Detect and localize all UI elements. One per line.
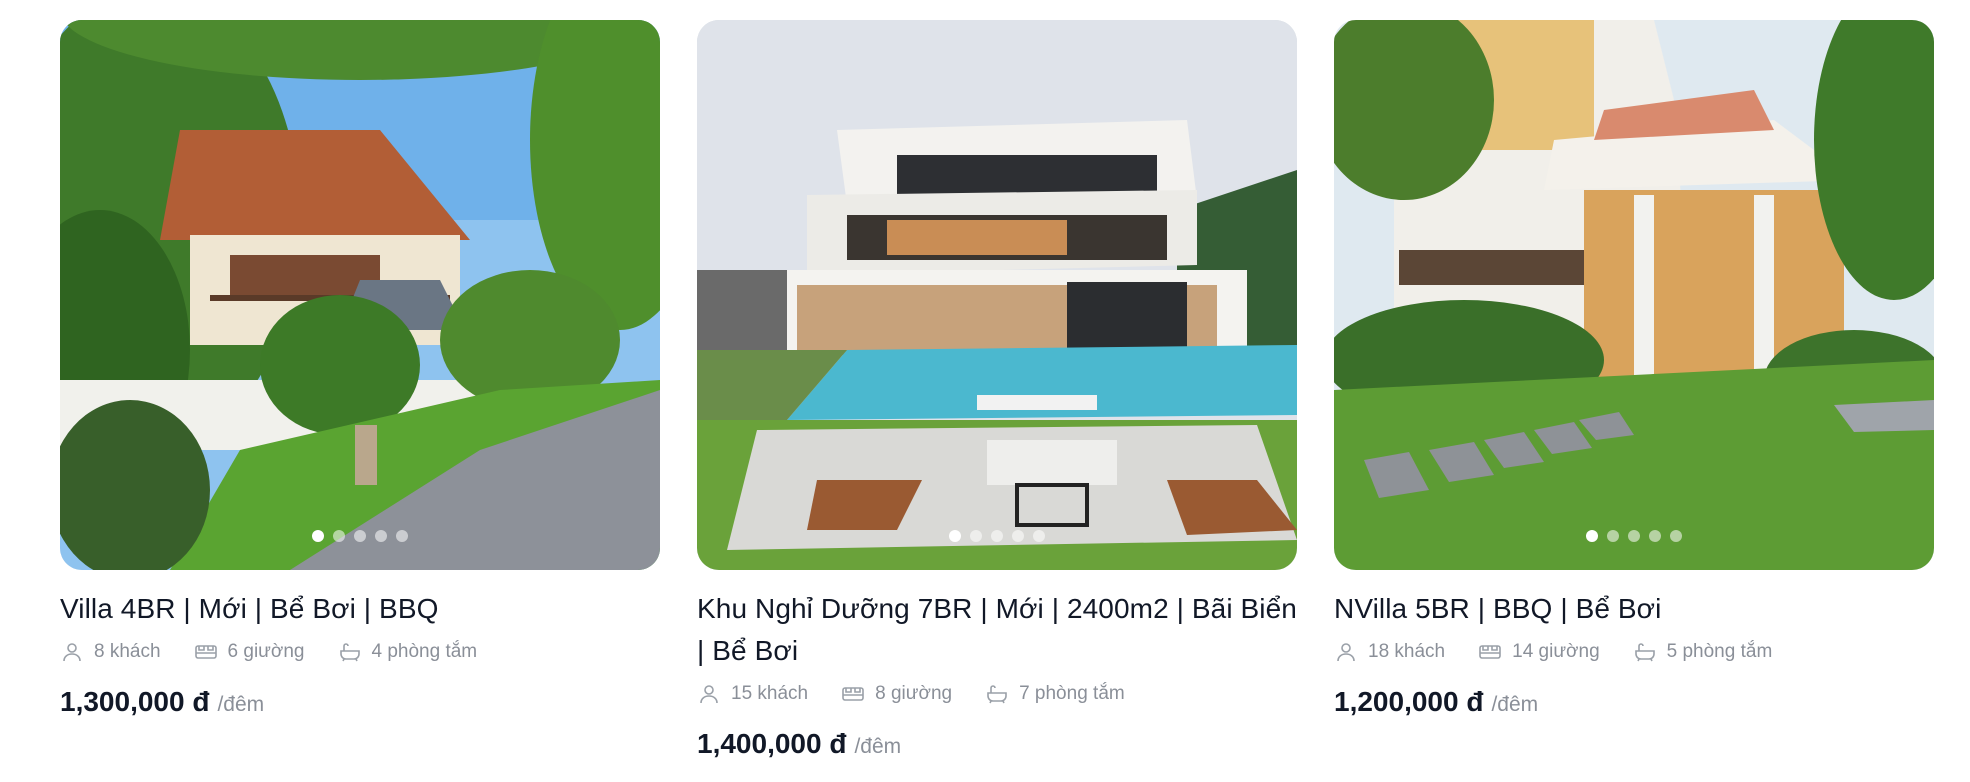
guests-feature: 18 khách [1334, 640, 1445, 664]
beds-count: 8 giường [875, 683, 953, 704]
listing-photo[interactable] [1334, 20, 1934, 570]
guests-count: 8 khách [94, 641, 161, 662]
beds-count: 14 giường [1512, 641, 1600, 662]
baths-count: 5 phòng tắm [1666, 641, 1773, 662]
listing-grid: Villa 4BR | Mới | Bể Bơi | BBQ 8 khách 6… [60, 20, 1934, 760]
listing-title[interactable]: Khu Nghỉ Dưỡng 7BR | Mới | 2400m2 | Bãi … [697, 588, 1297, 672]
guests-feature: 8 khách [60, 640, 161, 664]
resort-photo-image [697, 20, 1297, 570]
bathtub-icon [1634, 643, 1655, 662]
pagination-dot[interactable] [1586, 530, 1598, 542]
pagination-dot[interactable] [970, 530, 982, 542]
beds-feature: 6 giường [194, 640, 305, 664]
listing-price: 1,400,000 đ /đêm [697, 728, 1297, 760]
guests-feature: 15 khách [697, 682, 808, 706]
listing-title[interactable]: NVilla 5BR | BBQ | Bể Bơi [1334, 588, 1934, 630]
beds-feature: 8 giường [841, 682, 952, 706]
guests-count: 15 khách [731, 683, 809, 704]
villa-garden-photo-image [1334, 20, 1934, 570]
baths-count: 4 phòng tắm [371, 641, 478, 662]
pagination-dot[interactable] [354, 530, 366, 542]
listing-card[interactable]: Khu Nghỉ Dưỡng 7BR | Mới | 2400m2 | Bãi … [697, 20, 1297, 760]
price-unit: /đêm [217, 693, 265, 716]
photo-pagination [1586, 530, 1682, 542]
baths-count: 7 phòng tắm [1019, 683, 1125, 704]
villa-photo-image [60, 20, 660, 570]
price-amount: 1,300,000 đ [60, 686, 210, 717]
listing-card[interactable]: NVilla 5BR | BBQ | Bể Bơi 18 khách 14 gi… [1334, 20, 1934, 760]
guests-count: 18 khách [1368, 641, 1446, 662]
bed-icon [842, 687, 864, 701]
bed-icon [194, 645, 217, 659]
pagination-dot[interactable] [333, 530, 345, 542]
listing-photo[interactable] [60, 20, 660, 570]
pagination-dot[interactable] [1012, 530, 1024, 542]
pagination-dot[interactable] [1628, 530, 1640, 542]
pagination-dot[interactable] [991, 530, 1003, 542]
price-unit: /đêm [1491, 693, 1539, 716]
listing-features: 8 khách 6 giường 4 phòng tắm [60, 640, 660, 664]
photo-pagination [312, 530, 408, 542]
baths-feature: 4 phòng tắm [338, 640, 478, 664]
bathtub-icon [339, 643, 360, 662]
pagination-dot[interactable] [375, 530, 387, 542]
bed-icon [1479, 645, 1501, 659]
listing-title[interactable]: Villa 4BR | Mới | Bể Bơi | BBQ [60, 588, 660, 630]
pagination-dot[interactable] [1607, 530, 1619, 542]
listing-price: 1,200,000 đ /đêm [1334, 686, 1934, 718]
user-icon [63, 643, 81, 662]
price-amount: 1,400,000 đ [697, 728, 847, 759]
user-icon [700, 685, 718, 704]
price-unit: /đêm [854, 735, 902, 758]
pagination-dot[interactable] [1649, 530, 1661, 542]
pagination-dot[interactable] [312, 530, 324, 542]
pagination-dot[interactable] [396, 530, 408, 542]
beds-feature: 14 giường [1478, 640, 1600, 664]
listing-price: 1,300,000 đ /đêm [60, 686, 660, 718]
listing-features: 15 khách 8 giường 7 phòng tắm [697, 682, 1297, 706]
pagination-dot[interactable] [1033, 530, 1045, 542]
baths-feature: 7 phòng tắm [985, 682, 1125, 706]
listing-features: 18 khách 14 giường 5 phòng tắm [1334, 640, 1934, 664]
listing-photo[interactable] [697, 20, 1297, 570]
user-icon [1337, 643, 1355, 662]
pagination-dot[interactable] [949, 530, 961, 542]
price-amount: 1,200,000 đ [1334, 686, 1484, 717]
pagination-dot[interactable] [1670, 530, 1682, 542]
bathtub-icon [987, 685, 1007, 704]
photo-pagination [949, 530, 1045, 542]
baths-feature: 5 phòng tắm [1633, 640, 1773, 664]
beds-count: 6 giường [227, 641, 305, 662]
listing-card[interactable]: Villa 4BR | Mới | Bể Bơi | BBQ 8 khách 6… [60, 20, 660, 760]
